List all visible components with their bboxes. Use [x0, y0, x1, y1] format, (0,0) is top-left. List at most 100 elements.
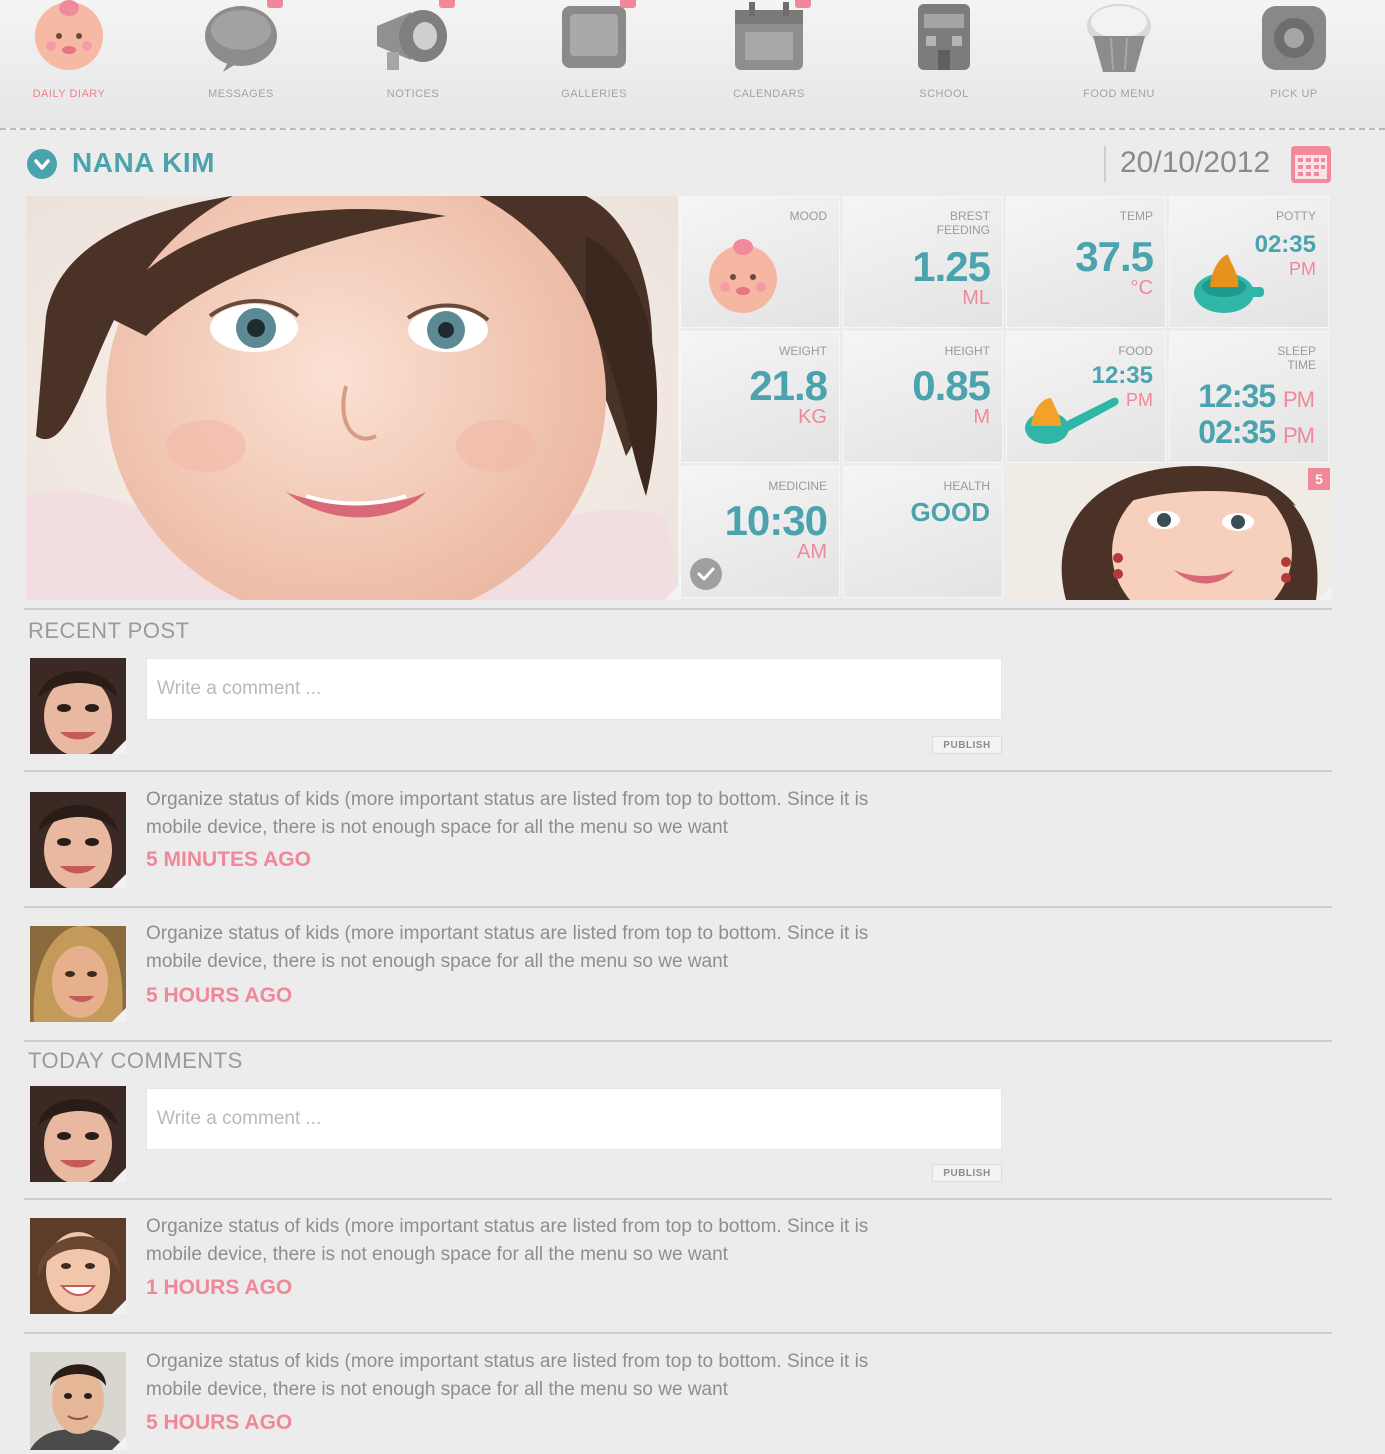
nav-item-messages[interactable]: Messages	[166, 0, 316, 100]
breast-feeding-value: 1.25	[912, 243, 991, 290]
top-navigation: Daily Diary Messages Notices	[0, 0, 1385, 130]
megaphone-icon	[371, 0, 455, 74]
sleep-time-label: SLEEP TIME	[1277, 344, 1316, 372]
divider	[24, 1040, 1332, 1042]
weight-unit: KG	[798, 406, 827, 428]
avatar	[30, 658, 126, 754]
comment-input[interactable]	[146, 658, 1002, 720]
weight-label: WEIGHT	[779, 344, 827, 358]
publish-button[interactable]: PUBLISH	[932, 736, 1002, 754]
potty-ampm: PM	[1289, 259, 1316, 279]
corner-fold	[112, 1168, 126, 1182]
breast-feeding-label: BREST FEEDING	[936, 209, 990, 237]
health-value: GOOD	[910, 497, 990, 527]
today-comment-field[interactable]	[147, 1089, 1001, 1149]
spoon-icon	[1021, 388, 1121, 455]
nav-item-notices[interactable]: Notices	[338, 0, 488, 100]
temperature-label: TEMP	[1119, 209, 1153, 223]
divider	[24, 1332, 1332, 1334]
corner-fold	[112, 1300, 126, 1314]
height-label: HEIGHT	[944, 344, 990, 358]
nav-label: Notices	[386, 88, 440, 100]
avatar	[30, 926, 126, 1022]
mood-label: MOOD	[789, 209, 827, 223]
calendar-icon[interactable]	[1290, 144, 1332, 184]
nav-label: Calendars	[733, 88, 805, 100]
calendar-icon	[727, 0, 811, 74]
post-text: Organize status of kids (more important …	[146, 923, 869, 972]
comment-input[interactable]	[146, 1088, 1002, 1150]
stats-grid: MOOD BREST FEEDING 1.25 ML TEMP 37.5 °C	[680, 196, 1332, 600]
child-name[interactable]: NANA KIM	[72, 147, 215, 179]
medicine-tile[interactable]: MEDICINE 10:30 AM	[680, 466, 840, 598]
photo-frame-icon	[552, 0, 636, 74]
gallery-thumbnail[interactable]: 5	[1006, 466, 1332, 600]
health-tile[interactable]: HEALTH GOOD	[843, 466, 1003, 598]
message-bubble-icon	[199, 0, 283, 74]
food-ampm: PM	[1126, 390, 1153, 410]
breast-feeding-unit: ML	[962, 287, 990, 309]
temperature-tile[interactable]: TEMP 37.5 °C	[1006, 196, 1166, 328]
recent-post-comment-field[interactable]	[147, 659, 1001, 719]
notification-badge	[267, 0, 283, 8]
nav-label: School	[919, 88, 969, 100]
nav-item-daily-diary[interactable]: Daily Diary	[0, 0, 144, 100]
medicine-value: 10:30	[724, 497, 828, 544]
temperature-value: 37.5	[1075, 233, 1154, 280]
nav-item-galleries[interactable]: Galleries	[519, 0, 669, 100]
child-header: NANA KIM 20/10/2012	[0, 132, 1385, 194]
post-text: Organize status of kids (more important …	[146, 1351, 869, 1400]
avatar	[30, 1352, 126, 1450]
post-text: Organize status of kids (more important …	[146, 1216, 869, 1265]
nav-label: Daily Diary	[32, 88, 106, 100]
breast-feeding-tile[interactable]: BREST FEEDING 1.25 ML	[843, 196, 1003, 328]
nav-item-calendars[interactable]: Calendars	[694, 0, 844, 100]
health-label: HEALTH	[943, 479, 990, 493]
sleep-time-tile[interactable]: SLEEP TIME 12:35 PM 02:35 PM	[1169, 331, 1329, 463]
corner-fold	[112, 740, 126, 754]
child-photo[interactable]	[26, 196, 680, 600]
current-date: 20/10/2012	[1120, 146, 1271, 179]
post-text: Organize status of kids (more important …	[146, 789, 869, 838]
potty-label: POTTY	[1275, 209, 1316, 223]
nav-label: Pick Up	[1270, 88, 1318, 100]
recent-post-title: RECENT POST	[28, 618, 190, 643]
avatar	[30, 1086, 126, 1182]
sleep-end: 02:35 PM	[1198, 414, 1315, 450]
nav-label: Messages	[208, 88, 274, 100]
nav-item-pick-up[interactable]: Pick Up	[1219, 0, 1369, 100]
food-label: FOOD	[1118, 344, 1153, 358]
divider	[1104, 146, 1106, 182]
check-icon[interactable]	[689, 557, 723, 596]
temperature-unit: °C	[1130, 277, 1153, 299]
publish-button[interactable]: PUBLISH	[932, 1164, 1002, 1182]
post-timestamp: 5 HOURS AGO	[146, 984, 293, 1007]
nav-item-food-menu[interactable]: Food Menu	[1044, 0, 1194, 100]
school-building-icon	[902, 0, 986, 74]
food-tile[interactable]: FOOD 12:35 PM	[1006, 331, 1166, 463]
weight-value: 21.8	[749, 362, 828, 409]
medicine-ampm: AM	[797, 541, 827, 563]
notification-badge	[795, 0, 811, 8]
nav-label: Food Menu	[1083, 88, 1155, 100]
corner-fold	[664, 586, 678, 600]
mood-tile[interactable]: MOOD	[680, 196, 840, 328]
height-value: 0.85	[912, 362, 991, 409]
chevron-down-icon[interactable]	[27, 149, 57, 179]
nav-label: Galleries	[561, 88, 627, 100]
cupcake-icon	[1077, 0, 1161, 74]
divider	[24, 608, 1332, 610]
car-seat-icon	[1252, 0, 1336, 74]
corner-fold	[112, 874, 126, 888]
potty-icon	[1192, 251, 1266, 320]
corner-fold	[1318, 586, 1332, 600]
notification-badge	[439, 0, 455, 8]
avatar	[30, 1218, 126, 1314]
potty-tile[interactable]: POTTY 02:35 PM	[1169, 196, 1329, 328]
height-tile[interactable]: HEIGHT 0.85 M	[843, 331, 1003, 463]
corner-fold	[112, 1008, 126, 1022]
gallery-count-badge: 5	[1308, 468, 1330, 490]
weight-tile[interactable]: WEIGHT 21.8 KG	[680, 331, 840, 463]
post-timestamp: 5 HOURS AGO	[146, 1411, 293, 1434]
nav-item-school[interactable]: School	[869, 0, 1019, 100]
